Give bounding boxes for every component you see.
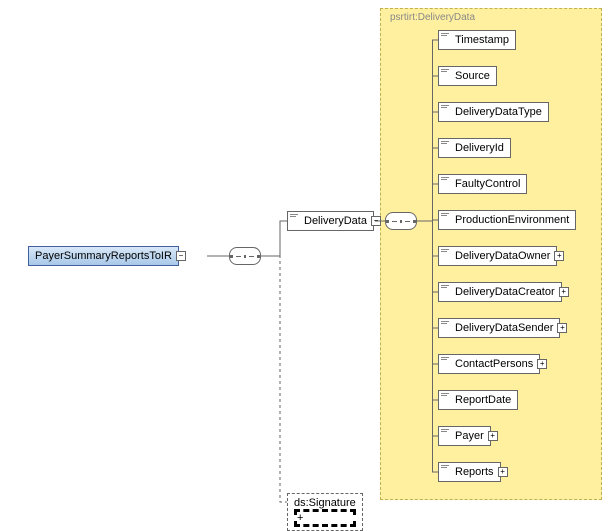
expand-icon[interactable]: + bbox=[488, 431, 498, 441]
sequence-connector-root bbox=[229, 247, 261, 265]
element-deliverydatacreator[interactable]: DeliveryDataCreator+ bbox=[438, 282, 562, 302]
child-label: DeliveryDataType bbox=[455, 106, 542, 118]
element-timestamp[interactable]: Timestamp bbox=[438, 30, 516, 50]
child-label: ReportDate bbox=[455, 394, 511, 406]
element-icon bbox=[441, 213, 451, 219]
element-icon bbox=[441, 285, 451, 291]
expand-icon[interactable]: − bbox=[371, 216, 381, 226]
element-deliveryid[interactable]: DeliveryId bbox=[438, 138, 511, 158]
child-label: DeliveryId bbox=[455, 142, 504, 154]
element-icon bbox=[441, 249, 451, 255]
root-element-payersummaryreportstoir[interactable]: PayerSummaryReportsToIR − bbox=[28, 246, 179, 266]
element-faultycontrol[interactable]: FaultyControl bbox=[438, 174, 527, 194]
element-deliverydatatype[interactable]: DeliveryDataType bbox=[438, 102, 549, 122]
element-source[interactable]: Source bbox=[438, 66, 497, 86]
child-label: ProductionEnvironment bbox=[455, 214, 569, 226]
expand-icon[interactable]: + bbox=[537, 359, 547, 369]
element-icon bbox=[441, 33, 451, 39]
element-deliverydataowner[interactable]: DeliveryDataOwner+ bbox=[438, 246, 557, 266]
element-icon bbox=[441, 429, 451, 435]
element-signature[interactable]: ds:Signature + bbox=[287, 493, 363, 531]
expand-icon[interactable]: + bbox=[294, 509, 356, 527]
child-label: Source bbox=[455, 70, 490, 82]
element-icon bbox=[441, 69, 451, 75]
element-icon bbox=[441, 465, 451, 471]
child-label: Reports bbox=[455, 466, 494, 478]
element-icon bbox=[441, 321, 451, 327]
child-label: DeliveryDataCreator bbox=[455, 286, 555, 298]
element-icon bbox=[441, 393, 451, 399]
element-deliverydatasender[interactable]: DeliveryDataSender+ bbox=[438, 318, 560, 338]
child-label: DeliveryDataOwner bbox=[455, 250, 550, 262]
element-deliverydata[interactable]: DeliveryData − bbox=[287, 211, 374, 231]
sequence-connector-deliverydata bbox=[385, 212, 417, 230]
child-label: DeliveryDataSender bbox=[455, 322, 553, 334]
root-label: PayerSummaryReportsToIR bbox=[35, 250, 172, 262]
element-icon bbox=[441, 105, 451, 111]
element-icon bbox=[290, 214, 300, 220]
signature-label: ds:Signature bbox=[294, 497, 356, 509]
expand-icon[interactable]: + bbox=[498, 467, 508, 477]
element-contactpersons[interactable]: ContactPersons+ bbox=[438, 354, 540, 374]
element-productionenvironment[interactable]: ProductionEnvironment bbox=[438, 210, 576, 230]
namespace-label: psrtirt:DeliveryData bbox=[390, 12, 475, 23]
expand-icon[interactable]: + bbox=[554, 251, 564, 261]
element-icon bbox=[441, 177, 451, 183]
element-icon bbox=[441, 141, 451, 147]
element-reports[interactable]: Reports+ bbox=[438, 462, 501, 482]
expand-icon[interactable]: + bbox=[559, 287, 569, 297]
expand-icon[interactable]: + bbox=[557, 323, 567, 333]
deliverydata-label: DeliveryData bbox=[304, 215, 367, 227]
child-label: Payer bbox=[455, 430, 484, 442]
child-label: ContactPersons bbox=[455, 358, 533, 370]
expand-icon[interactable]: − bbox=[176, 251, 186, 261]
element-reportdate[interactable]: ReportDate bbox=[438, 390, 518, 410]
child-label: FaultyControl bbox=[455, 178, 520, 190]
element-payer[interactable]: Payer+ bbox=[438, 426, 491, 446]
element-icon bbox=[441, 357, 451, 363]
child-label: Timestamp bbox=[455, 34, 509, 46]
